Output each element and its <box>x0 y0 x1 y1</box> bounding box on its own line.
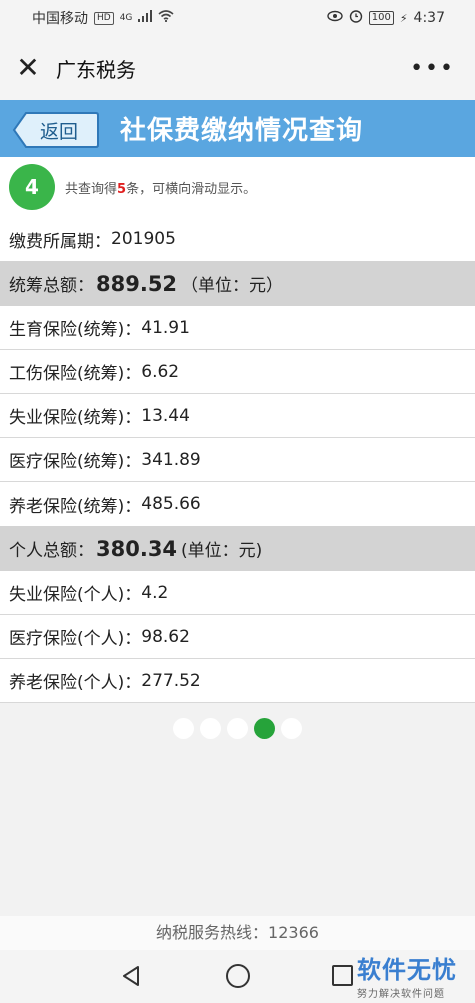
battery-indicator: 100 <box>368 11 394 25</box>
item-label: 医疗保险(个人)： <box>9 629 142 649</box>
status-bar-left: 中国移动 HD 4G <box>32 8 174 28</box>
item-label: 失业保险(统筹)： <box>9 408 142 428</box>
period-row: 缴费所属期： 201905 <box>0 217 475 261</box>
pooled-total-label: 统筹总额： <box>9 276 94 296</box>
count-badge: 4 <box>9 164 55 210</box>
item-value: 485.66 <box>141 494 201 514</box>
hotline-footer: 纳税服务热线：12366 <box>0 916 475 950</box>
close-icon[interactable]: ✕ <box>14 54 42 82</box>
nav-back-button[interactable] <box>120 964 142 992</box>
eye-icon <box>327 10 343 26</box>
period-value: 201905 <box>111 229 176 249</box>
list-item: 养老保险(统筹)： 485.66 <box>0 482 475 526</box>
personal-total-row: 个人总额： 380.34 (单位：元) <box>0 526 475 571</box>
item-label: 工伤保险(统筹)： <box>9 364 142 384</box>
watermark-title: 软件无忧 <box>357 956 457 984</box>
back-button-label: 返回 <box>40 121 79 143</box>
nav-recents-button[interactable] <box>332 965 353 986</box>
status-bar-right: 100 ⚡ 4:37 <box>327 9 445 27</box>
item-value: 341.89 <box>141 449 201 470</box>
result-count: 5 <box>117 181 127 197</box>
alarm-icon <box>349 9 363 27</box>
list-item: 生育保险(统筹)： 41.91 <box>0 306 475 350</box>
page-dot[interactable] <box>254 717 275 739</box>
summary-text-after: 条，可横向滑动显示。 <box>126 181 257 197</box>
item-value: 98.62 <box>141 626 190 647</box>
pooled-total-row: 统筹总额： 889.52 （单位：元） <box>0 261 475 306</box>
item-value: 41.91 <box>141 317 190 338</box>
carrier-label: 中国移动 <box>32 11 88 27</box>
page-dot[interactable] <box>281 717 302 739</box>
item-label: 医疗保险(统筹)： <box>9 452 142 472</box>
list-item: 失业保险(个人)： 4.2 <box>0 571 475 615</box>
pooled-total-value: 889.52 <box>96 271 178 296</box>
watermark-logo: 软件无忧 努力解决软件问题 <box>357 950 457 1000</box>
personal-total-unit: (单位：元) <box>181 541 263 561</box>
page-dot[interactable] <box>200 717 221 739</box>
item-label: 失业保险(个人)： <box>9 585 142 605</box>
list-item: 养老保险(个人)： 277.52 <box>0 659 475 703</box>
item-value: 4.2 <box>141 582 169 603</box>
list-item: 医疗保险(个人)： 98.62 <box>0 615 475 659</box>
signal-icon <box>138 10 153 26</box>
item-value: 13.44 <box>141 405 190 426</box>
title-bar: ✕ 广东税务 ••• <box>0 36 475 100</box>
header-title: 社保费缴纳情况查询 <box>120 116 364 146</box>
header-bar: 返回 社保费缴纳情况查询 <box>0 100 475 157</box>
page-indicator[interactable] <box>0 703 475 753</box>
summary-text-before: 共查询得 <box>65 181 118 197</box>
wifi-icon <box>158 10 174 26</box>
page-title: 广东税务 <box>56 57 136 82</box>
list-item: 失业保险(统筹)： 13.44 <box>0 394 475 438</box>
item-value: 6.62 <box>141 361 180 382</box>
item-label: 养老保险(个人)： <box>9 673 142 693</box>
hd-badge: HD <box>94 11 114 25</box>
status-bar: 中国移动 HD 4G 100 ⚡ 4:37 <box>0 0 475 36</box>
nav-home-button[interactable] <box>226 964 250 988</box>
list-item: 工伤保险(统筹)： 6.62 <box>0 350 475 394</box>
item-value: 277.52 <box>141 670 201 691</box>
more-icon[interactable]: ••• <box>410 56 455 81</box>
personal-total-label: 个人总额： <box>9 541 94 561</box>
system-nav-bar: 软件无忧 努力解决软件问题 <box>0 950 475 1003</box>
period-label: 缴费所属期： <box>9 231 111 252</box>
network-label: 4G <box>119 13 133 23</box>
pooled-total-unit: （单位：元） <box>181 276 284 296</box>
summary-row: 4 共查询得5条，可横向滑动显示。 <box>0 157 475 217</box>
item-label: 生育保险(统筹)： <box>9 320 142 340</box>
personal-total-value: 380.34 <box>96 536 178 561</box>
triangle-back-icon <box>123 966 139 986</box>
summary-text: 共查询得5条，可横向滑动显示。 <box>65 178 256 197</box>
query-result: 4 共查询得5条，可横向滑动显示。 缴费所属期： 201905 统筹总额： 88… <box>0 157 475 703</box>
item-label: 养老保险(统筹)： <box>9 496 142 517</box>
list-item: 医疗保险(统筹)： 341.89 <box>0 438 475 482</box>
page-dot[interactable] <box>173 717 194 739</box>
watermark-subtitle: 努力解决软件问题 <box>357 989 445 1000</box>
clock: 4:37 <box>413 10 445 26</box>
back-button[interactable]: 返回 <box>12 111 100 149</box>
page-dot[interactable] <box>227 717 248 739</box>
charging-icon: ⚡ <box>399 11 408 25</box>
